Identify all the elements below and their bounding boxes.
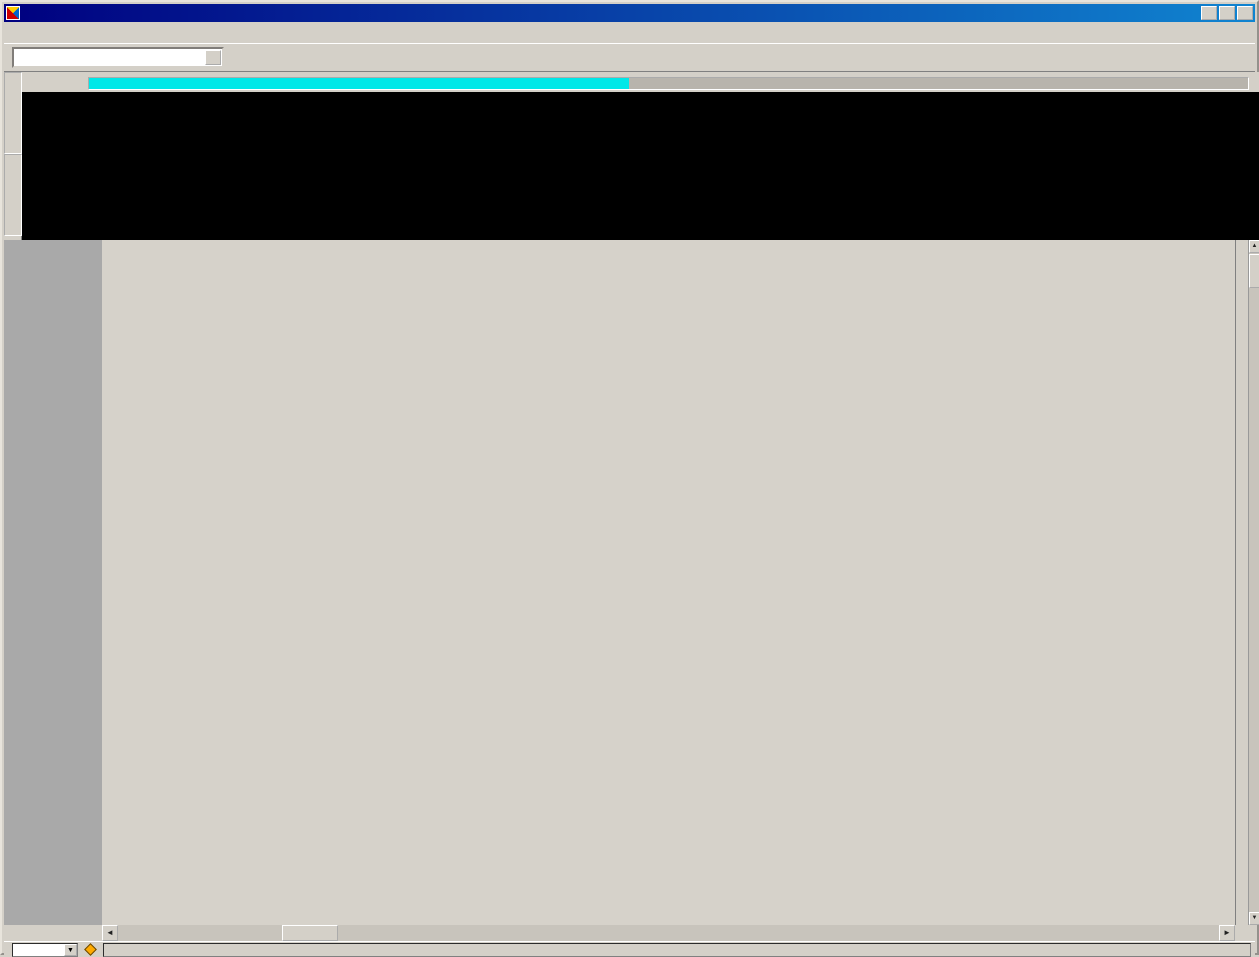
hscrollbar-thumb[interactable] — [282, 925, 338, 941]
main-chart-area — [4, 240, 1235, 925]
status-diamond-icon — [84, 943, 97, 956]
chevron-down-icon[interactable]: ▼ — [64, 943, 77, 956]
minimize-button[interactable] — [1201, 6, 1217, 20]
scrollbar-thumb[interactable] — [1249, 254, 1259, 288]
status-info — [103, 942, 1251, 957]
chevron-down-icon[interactable] — [205, 50, 221, 65]
scroll-up-icon[interactable]: ▲ — [1249, 240, 1259, 253]
profile-scroll-fill — [89, 78, 629, 89]
right-legend-panel: ▲ ▼ — [1235, 240, 1259, 925]
side-tabs — [4, 72, 22, 240]
app-icon — [6, 6, 20, 20]
preset-dropdown[interactable] — [12, 47, 224, 68]
track-profile-map[interactable] — [22, 116, 1259, 240]
title-bar[interactable] — [4, 4, 1255, 22]
app-window: { "window": { "title": "Просмотр картрид… — [0, 0, 1259, 957]
km-ruler — [22, 92, 1259, 116]
menu-view[interactable] — [4, 30, 22, 36]
scroll-right-icon[interactable]: ► — [1219, 925, 1235, 941]
track-labels-column — [4, 240, 102, 925]
profile-panel — [22, 72, 1259, 240]
scroll-left-icon[interactable]: ◄ — [102, 925, 118, 941]
profile-scroll-indicator[interactable] — [88, 77, 1249, 90]
menu-options[interactable] — [22, 30, 40, 36]
scroll-down-icon[interactable]: ▼ — [1249, 912, 1259, 925]
tab-minimap[interactable] — [4, 154, 22, 236]
close-button[interactable] — [1237, 6, 1253, 20]
vertical-scrollbar[interactable]: ▲ ▼ — [1248, 240, 1259, 925]
scale-dropdown[interactable]: ▼ — [12, 942, 78, 957]
maximize-button[interactable] — [1219, 6, 1235, 20]
tab-cartridge-image[interactable] — [4, 72, 22, 154]
menu-bar — [4, 22, 1255, 43]
plot-area — [102, 240, 1235, 925]
horizontal-scrollbar[interactable]: ◄ ► — [102, 925, 1235, 941]
toolbar — [4, 43, 1255, 72]
